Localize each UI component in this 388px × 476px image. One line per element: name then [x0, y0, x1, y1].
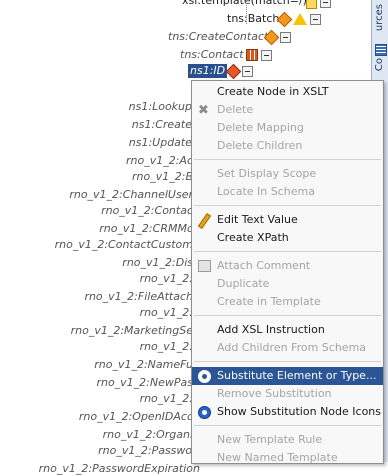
tree-left-item[interactable]: rno_v1_2:NameFu: [94, 358, 193, 372]
element-diamond-icon: [225, 63, 242, 79]
menu-separator: [194, 361, 381, 362]
collapse-icon[interactable]: [320, 0, 331, 8]
menu-item-label: Delete Children: [217, 139, 303, 152]
menu-item-show-substitution-node-icons[interactable]: Show Substitution Node Icons: [192, 403, 383, 421]
component-palette-icon[interactable]: [375, 44, 387, 56]
collapse-icon[interactable]: [310, 13, 321, 25]
tree-left-item[interactable]: ns1:Create: [132, 118, 192, 132]
menu-item-attach-comment: Attach Comment: [192, 257, 383, 275]
create-contact-node-icons: [263, 29, 291, 45]
tree-node-batch[interactable]: tns:Batch: [227, 12, 279, 26]
menu-item-locate-in-schema: Locate In Schema: [192, 183, 383, 201]
menu-item-label: Attach Comment: [217, 259, 311, 272]
menu-item-create-xpath[interactable]: Create XPath: [192, 229, 383, 247]
tree-left-item[interactable]: rno_v1_2:PasswordExpiration: [39, 462, 200, 476]
tree-left-item[interactable]: rno_v1_2:MarketingSe: [71, 324, 193, 338]
tree-left-item[interactable]: rno_v1_2:B: [132, 170, 193, 184]
menu-item-label: New Template Rule: [217, 433, 323, 446]
tree-node-create-contact[interactable]: tns:CreateContact: [168, 30, 268, 44]
menu-item-label: Add XSL Instruction: [217, 323, 325, 336]
menu-item-label: Set Display Scope: [217, 167, 317, 180]
menu-item-add-children-from-schema: Add Children From Schema: [192, 339, 383, 357]
menu-item-label: Create XPath: [217, 231, 289, 244]
collapse-icon[interactable]: [261, 49, 272, 61]
tree-left-item[interactable]: rno_v1_2:NewPas: [96, 376, 193, 390]
menu-separator: [194, 159, 381, 160]
tree-left-item[interactable]: rno_v1_2:Organi: [103, 428, 193, 442]
menu-item-new-template-rule: New Template Rule: [192, 431, 383, 449]
element-diamond-icon: [263, 29, 280, 45]
menu-item-label: New Named Template: [217, 451, 338, 464]
collapse-icon[interactable]: [242, 65, 253, 77]
menu-item-substitute-element-or-type[interactable]: Substitute Element or Type...: [192, 367, 383, 385]
context-menu: Create Node in XSLT ✖ Delete Delete Mapping…: [191, 80, 384, 464]
selected-node-icons: [225, 63, 253, 79]
menu-item-delete: ✖ Delete: [192, 101, 383, 119]
tree-left-item[interactable]: rno_v1_2:Ac: [126, 154, 193, 168]
menu-item-delete-mapping: Delete Mapping: [192, 119, 383, 137]
side-tab-components[interactable]: Co: [374, 58, 385, 71]
tree-left-item[interactable]: ns1:Update: [129, 136, 192, 150]
contact-node-icons: [246, 48, 272, 62]
tree-left-item[interactable]: rno_v1_2:ContactCustom: [55, 238, 193, 252]
tree-left-item[interactable]: ns1:Lookup: [129, 100, 192, 114]
menu-separator: [194, 251, 381, 252]
menu-item-label: Locate In Schema: [217, 185, 315, 198]
menu-separator: [194, 205, 381, 206]
side-tab-sources[interactable]: urces: [374, 4, 385, 31]
menu-item-label: Substitute Element or Type...: [217, 369, 377, 382]
tree-node-template[interactable]: xsl:template(match=/): [182, 0, 307, 8]
menu-item-add-xsl-instruction[interactable]: Add XSL Instruction: [192, 321, 383, 339]
tree-left-item[interactable]: rno_v1_2:: [140, 306, 193, 320]
tree-left-item[interactable]: rno_v1_2:OpenIDAcc: [79, 410, 193, 424]
context-menu-list: Create Node in XSLT ✖ Delete Delete Mapping…: [192, 81, 383, 464]
comment-icon: [198, 260, 211, 272]
menu-separator: [194, 315, 381, 316]
menu-item-remove-substitution: Remove Substitution: [192, 385, 383, 403]
menu-item-label: Add Children From Schema: [217, 341, 367, 354]
tree-left-item[interactable]: rno_v1_2:: [140, 392, 193, 406]
menu-item-label: Remove Substitution: [217, 387, 332, 400]
menu-item-create-node-in-xslt[interactable]: Create Node in XSLT: [192, 83, 383, 101]
menu-item-label: Edit Text Value: [217, 213, 298, 226]
tree-left-item[interactable]: rno_v1_2:ChannelUser: [69, 188, 193, 202]
tree-left-item[interactable]: rno_v1_2:CRMMc: [99, 222, 193, 236]
complex-type-icon: [246, 49, 258, 61]
tree-left-item[interactable]: rno_v1_2:: [140, 340, 193, 354]
document-icon: [306, 0, 317, 9]
collapse-icon[interactable]: [280, 31, 291, 43]
tree-left-item[interactable]: rno_v1_2:Dis: [122, 256, 193, 270]
substitution-node-icon: [198, 406, 211, 419]
element-diamond-icon: [276, 11, 293, 27]
menu-item-label: Duplicate: [217, 277, 270, 290]
tree-left-item[interactable]: rno_v1_2:Contac: [101, 204, 193, 218]
menu-item-label: Create Node in XSLT: [217, 85, 329, 98]
template-node-icons: [306, 0, 331, 9]
menu-item-label: Create in Template: [217, 295, 321, 308]
menu-separator: [194, 425, 381, 426]
menu-item-create-in-template: Create in Template: [192, 293, 383, 311]
tree-left-item[interactable]: rno_v1_2:: [140, 272, 193, 286]
tree-connector: [246, 0, 247, 24]
tree-node-contact[interactable]: tns:Contact: [180, 48, 244, 62]
tree-node-selected-id[interactable]: ns1:ID: [188, 64, 228, 78]
menu-item-label: Delete: [217, 103, 254, 116]
pencil-icon: [197, 213, 212, 229]
menu-item-duplicate: Duplicate: [192, 275, 383, 293]
batch-node-icons: [276, 11, 321, 27]
tree-left-item[interactable]: rno_v1_2:FileAttach: [84, 290, 193, 304]
menu-item-delete-children: Delete Children: [192, 137, 383, 155]
delete-x-icon: ✖: [198, 103, 209, 118]
menu-item-set-display-scope: Set Display Scope: [192, 165, 383, 183]
menu-item-label: Delete Mapping: [217, 121, 304, 134]
menu-item-label: Show Substitution Node Icons: [217, 405, 381, 418]
substitute-icon: [198, 370, 211, 383]
warning-icon: [293, 13, 307, 25]
menu-item-edit-text-value[interactable]: Edit Text Value: [192, 211, 383, 229]
